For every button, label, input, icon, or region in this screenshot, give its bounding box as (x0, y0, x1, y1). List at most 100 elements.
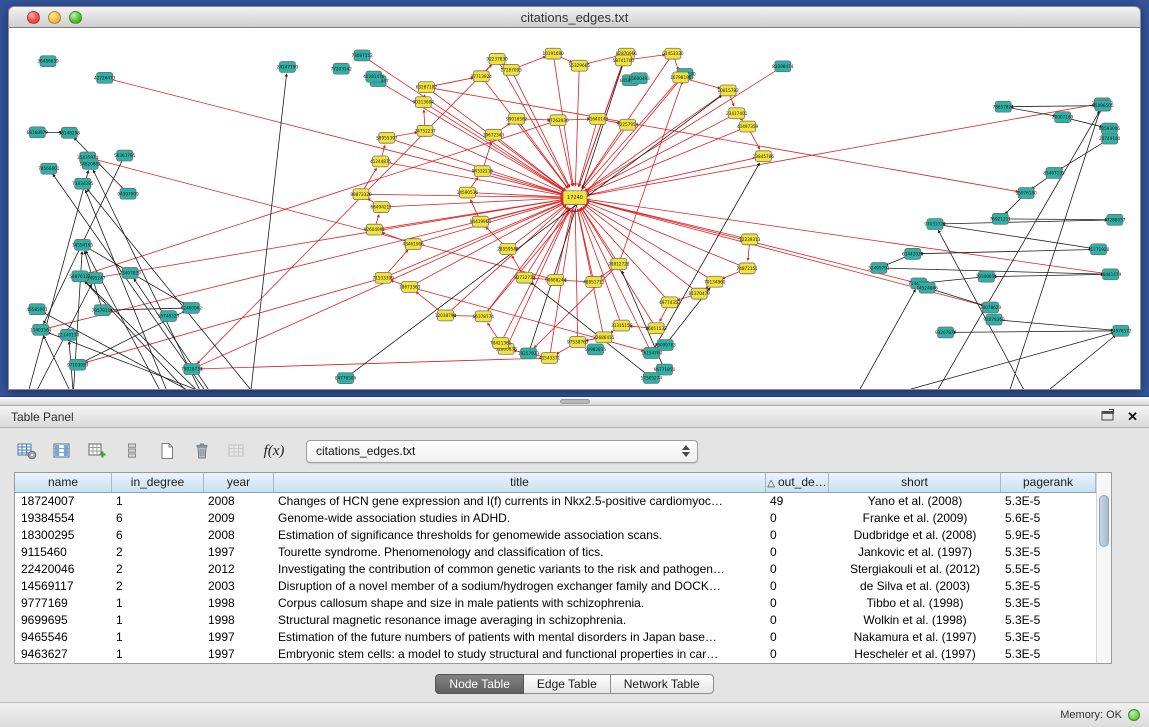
column-header-short[interactable]: short (829, 473, 1001, 493)
close-window-button[interactable] (27, 11, 40, 24)
graph-edge[interactable] (87, 189, 250, 389)
column-header-label: in_degree (131, 475, 184, 489)
window-titlebar[interactable]: citations_edges.txt (8, 6, 1141, 28)
graph-edge[interactable] (88, 120, 559, 274)
tab-network-table[interactable]: Network Table (611, 674, 714, 694)
graph-edge[interactable] (47, 332, 194, 389)
tab-edge-table[interactable]: Edge Table (524, 674, 611, 694)
table-cell: 5.3E-5 (1001, 646, 1096, 663)
graph-edge[interactable] (378, 81, 565, 191)
graph-edge[interactable] (587, 199, 1111, 274)
zoom-window-button[interactable] (69, 11, 82, 24)
graph-node-label: 42726473 (94, 75, 116, 80)
show-columns-glyph (53, 442, 71, 460)
graph-edge[interactable] (578, 119, 597, 186)
table-settings-icon[interactable] (14, 439, 40, 463)
network-canvas[interactable]: 3648663935435974563637957856660154820802… (8, 28, 1141, 390)
graph-node-label: 61442029 (902, 251, 924, 256)
graph-node-label: 80593006 (1099, 126, 1121, 131)
graph-edge[interactable] (860, 290, 915, 389)
column-header-label: pagerank (1023, 475, 1073, 489)
graph-node-label: 58741700 (613, 58, 635, 63)
graph-edge[interactable] (575, 209, 578, 341)
graph-edge[interactable] (423, 102, 565, 191)
graph-edge[interactable] (85, 281, 185, 389)
table-row[interactable]: 946554611997Estimation of the future num… (15, 629, 1096, 646)
create-column-icon[interactable] (84, 439, 110, 463)
table-row[interactable]: 1830029562008Estimation of significance … (15, 527, 1096, 544)
graph-edge[interactable] (85, 281, 196, 389)
graph-edge[interactable] (109, 308, 191, 310)
graph-edge[interactable] (935, 224, 1092, 248)
table-cell: 2 (112, 544, 204, 561)
column-header-in_degree[interactable]: in_degree (112, 473, 204, 493)
table-row[interactable]: 969969511998Structural magnetic resonanc… (15, 612, 1096, 629)
graph-edge[interactable] (920, 249, 1099, 253)
column-header-title[interactable]: title (274, 473, 766, 493)
import-table-icon[interactable] (224, 439, 250, 463)
table-selector-dropdown[interactable]: citations_edges.txt (306, 440, 698, 463)
table-row[interactable]: 1938455462009Genome-wide association stu… (15, 510, 1096, 527)
minimize-window-button[interactable] (48, 11, 61, 24)
scrollbar-thumb[interactable] (1099, 495, 1109, 547)
graph-edge[interactable] (494, 135, 566, 191)
graph-edge[interactable] (953, 331, 1121, 333)
network-graph[interactable]: 3648663935435974563637957856660154820802… (9, 28, 1140, 389)
column-header-pagerank[interactable]: pagerank (1001, 473, 1096, 493)
table-cell: 1 (112, 629, 204, 646)
graph-edge[interactable] (251, 74, 287, 389)
graph-node-label: 28812728 (608, 262, 630, 267)
column-header-name[interactable]: name (15, 473, 112, 493)
graph-edge[interactable] (1050, 335, 1116, 389)
float-panel-icon[interactable] (1101, 409, 1114, 424)
table-cell: 9463627 (15, 646, 112, 663)
table-row[interactable]: 911546021997Tourette syndrome. Phenomeno… (15, 544, 1096, 561)
graph-edge[interactable] (619, 81, 683, 264)
delete-table-icon[interactable] (189, 439, 215, 463)
graph-edge[interactable] (1010, 106, 1103, 107)
column-header-year[interactable]: year (204, 473, 274, 493)
split-divider[interactable] (0, 397, 1149, 406)
graph-edge[interactable] (362, 55, 565, 191)
table-cell: 9777169 (15, 595, 112, 612)
graph-edge[interactable] (652, 163, 760, 353)
graph-edge[interactable] (426, 87, 1018, 191)
graph-node-label: 96099763 (655, 343, 677, 348)
graph-edge[interactable] (200, 358, 550, 369)
graph-edge[interactable] (346, 95, 722, 378)
show-columns-icon[interactable] (49, 439, 75, 463)
graph-edge[interactable] (587, 156, 764, 195)
graph-node-label: 81370479 (689, 291, 711, 296)
table-row[interactable]: 1872400712008Changes of HCN gene express… (15, 493, 1096, 510)
rows-icon[interactable] (119, 439, 145, 463)
table-cell: 5.3E-5 (1001, 544, 1096, 561)
table-row[interactable]: 1456911722003Disruption of a novel membe… (15, 578, 1096, 595)
graph-edge[interactable] (993, 274, 1110, 276)
table-row[interactable]: 946362711997Embryonic stem cells: a mode… (15, 646, 1096, 663)
function-builder-icon[interactable]: f(x) (259, 439, 289, 463)
table-scrollbar[interactable] (1096, 473, 1111, 663)
graph-edge[interactable] (44, 336, 69, 389)
graph-edge[interactable] (95, 200, 563, 278)
graph-edge[interactable] (1000, 219, 1108, 220)
new-table-icon[interactable] (154, 439, 180, 463)
graph-edge[interactable] (942, 220, 1115, 224)
graph-edge[interactable] (446, 206, 567, 316)
table-row[interactable]: 977716911998Corpus callosum shape and si… (15, 595, 1096, 612)
graph-edge[interactable] (511, 70, 570, 187)
graph-edge[interactable] (483, 207, 567, 316)
graph-edge[interactable] (994, 320, 1114, 331)
column-header-out_de[interactable]: △out_de… (766, 473, 829, 493)
tab-node-table[interactable]: Node Table (435, 674, 524, 694)
close-panel-icon[interactable]: ✕ (1127, 411, 1138, 423)
divider-grip[interactable] (560, 399, 590, 404)
table-row[interactable]: 2242004622012Investigating the contribut… (15, 561, 1096, 578)
graph-edge[interactable] (525, 208, 569, 278)
graph-edge[interactable] (558, 120, 573, 186)
graph-edge[interactable] (575, 66, 579, 186)
graph-edge[interactable] (586, 202, 747, 268)
graph-node-label: 45585001 (26, 307, 48, 312)
graph-edge[interactable] (410, 203, 565, 287)
graph-edge[interactable] (927, 288, 984, 306)
graph-edge[interactable] (587, 103, 1103, 195)
